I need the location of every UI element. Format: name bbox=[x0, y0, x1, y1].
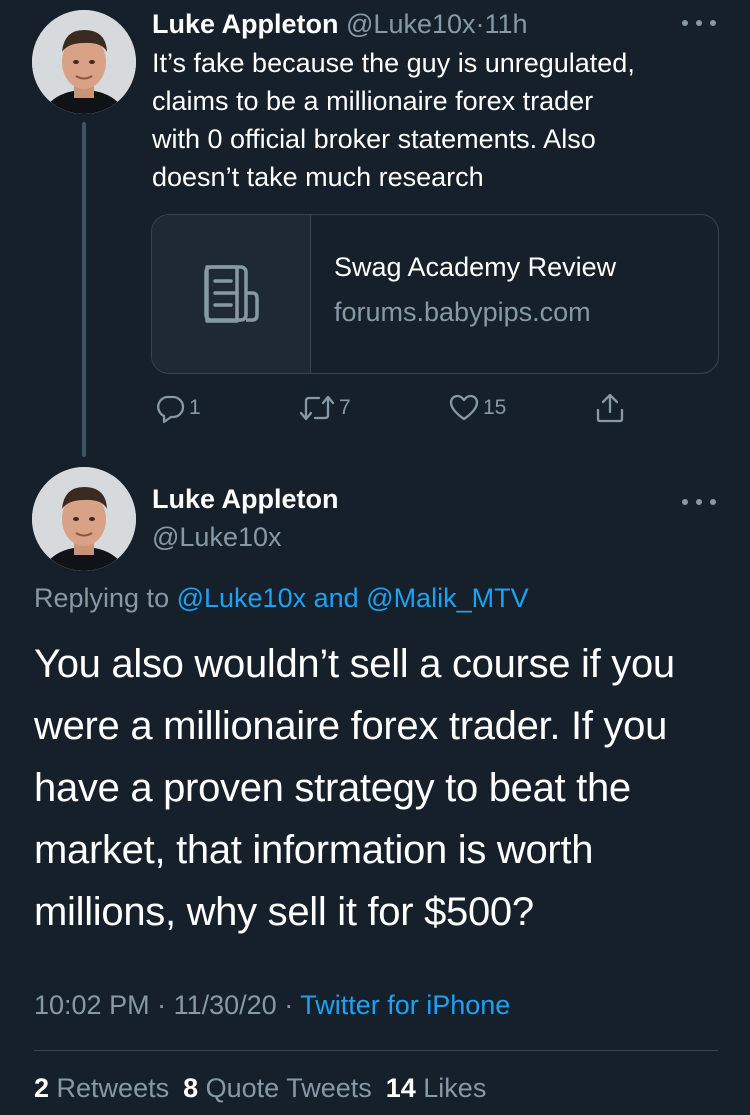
tweet-text-line: claims to be a millionaire forex trader bbox=[152, 86, 594, 116]
likes-stat[interactable]: 14 Likes bbox=[386, 1073, 487, 1103]
tweet-source-link[interactable]: Twitter for iPhone bbox=[300, 990, 510, 1020]
reply-count: 1 bbox=[189, 396, 201, 419]
tweet-meta: 10:02 PM · 11/30/20 · Twitter for iPhone bbox=[34, 990, 510, 1021]
tweet-text-line: millions, why sell it for $500? bbox=[34, 890, 534, 934]
retweets-stat[interactable]: 2 Retweets bbox=[34, 1073, 169, 1103]
quote-tweets-stat[interactable]: 8 Quote Tweets bbox=[183, 1073, 372, 1103]
quote-tweets-label: Quote Tweets bbox=[198, 1073, 372, 1103]
link-card-domain: forums.babypips.com bbox=[334, 297, 591, 327]
mention-link[interactable]: @Luke10x bbox=[177, 583, 307, 613]
mention-link[interactable]: @Malik_MTV bbox=[366, 583, 528, 613]
quote-tweets-count: 8 bbox=[183, 1073, 199, 1103]
document-icon bbox=[204, 265, 259, 323]
reply-button[interactable]: 1 bbox=[154, 390, 201, 426]
tweet-text-line: doesn’t take much research bbox=[152, 162, 484, 192]
retweet-count: 7 bbox=[339, 396, 351, 419]
tweet-stats: 2 Retweets 8 Quote Tweets 14 Likes bbox=[34, 1073, 486, 1104]
tweet-text: It’s fake because the guy is unregulated… bbox=[152, 44, 732, 196]
tweet-time: 10:02 PM bbox=[34, 990, 150, 1020]
more-options-icon[interactable] bbox=[682, 18, 716, 28]
author-name[interactable]: Luke Appleton bbox=[152, 484, 339, 515]
retweet-icon bbox=[299, 395, 335, 421]
avatar[interactable] bbox=[32, 10, 136, 114]
header-separator: · bbox=[475, 9, 485, 39]
tweet-text-line: market, that information is worth bbox=[34, 828, 594, 872]
thread-connector-line bbox=[82, 122, 86, 457]
likes-label: Likes bbox=[415, 1073, 487, 1103]
meta-separator: · bbox=[149, 990, 174, 1020]
retweets-count: 2 bbox=[34, 1073, 50, 1103]
tweet-text: You also wouldn’t sell a course if you w… bbox=[34, 633, 734, 943]
tweet-date: 11/30/20 bbox=[173, 990, 277, 1020]
link-card-thumbnail bbox=[152, 215, 311, 373]
reply-icon bbox=[157, 395, 185, 424]
tweet-text-line: have a proven strategy to beat the bbox=[34, 766, 631, 810]
meta-separator: · bbox=[276, 990, 301, 1020]
tweet-text-line: It’s fake because the guy is unregulated… bbox=[152, 48, 635, 78]
author-handle[interactable]: @Luke10x bbox=[152, 522, 282, 553]
heart-icon bbox=[449, 394, 479, 421]
tweet-time[interactable]: 11h bbox=[485, 9, 528, 39]
share-button[interactable] bbox=[594, 390, 626, 426]
link-card[interactable]: Swag Academy Review forums.babypips.com bbox=[151, 214, 719, 374]
replying-and[interactable]: and bbox=[306, 583, 366, 613]
tweet-text-line: with 0 official broker statements. Also bbox=[152, 124, 596, 154]
retweet-button[interactable]: 7 bbox=[298, 390, 351, 426]
like-button[interactable]: 15 bbox=[448, 390, 506, 426]
replying-to: Replying to @Luke10x and @Malik_MTV bbox=[34, 583, 529, 614]
replying-prefix: Replying to bbox=[34, 583, 177, 613]
link-card-title: Swag Academy Review bbox=[334, 252, 617, 282]
tweet-text-line: were a millionaire forex trader. If you bbox=[34, 704, 668, 748]
likes-count: 14 bbox=[385, 1073, 416, 1103]
like-count: 15 bbox=[483, 396, 507, 419]
retweets-label: Retweets bbox=[49, 1073, 170, 1103]
tweet-header: Luke Appleton @Luke10x·11h bbox=[152, 6, 528, 42]
more-options-icon[interactable] bbox=[682, 497, 716, 507]
avatar[interactable] bbox=[32, 467, 136, 571]
tweet-text-line: You also wouldn’t sell a course if you bbox=[34, 642, 675, 686]
author-name[interactable]: Luke Appleton bbox=[152, 9, 339, 39]
author-handle[interactable]: @Luke10x bbox=[346, 9, 476, 39]
share-icon bbox=[596, 393, 624, 423]
divider bbox=[34, 1050, 718, 1051]
